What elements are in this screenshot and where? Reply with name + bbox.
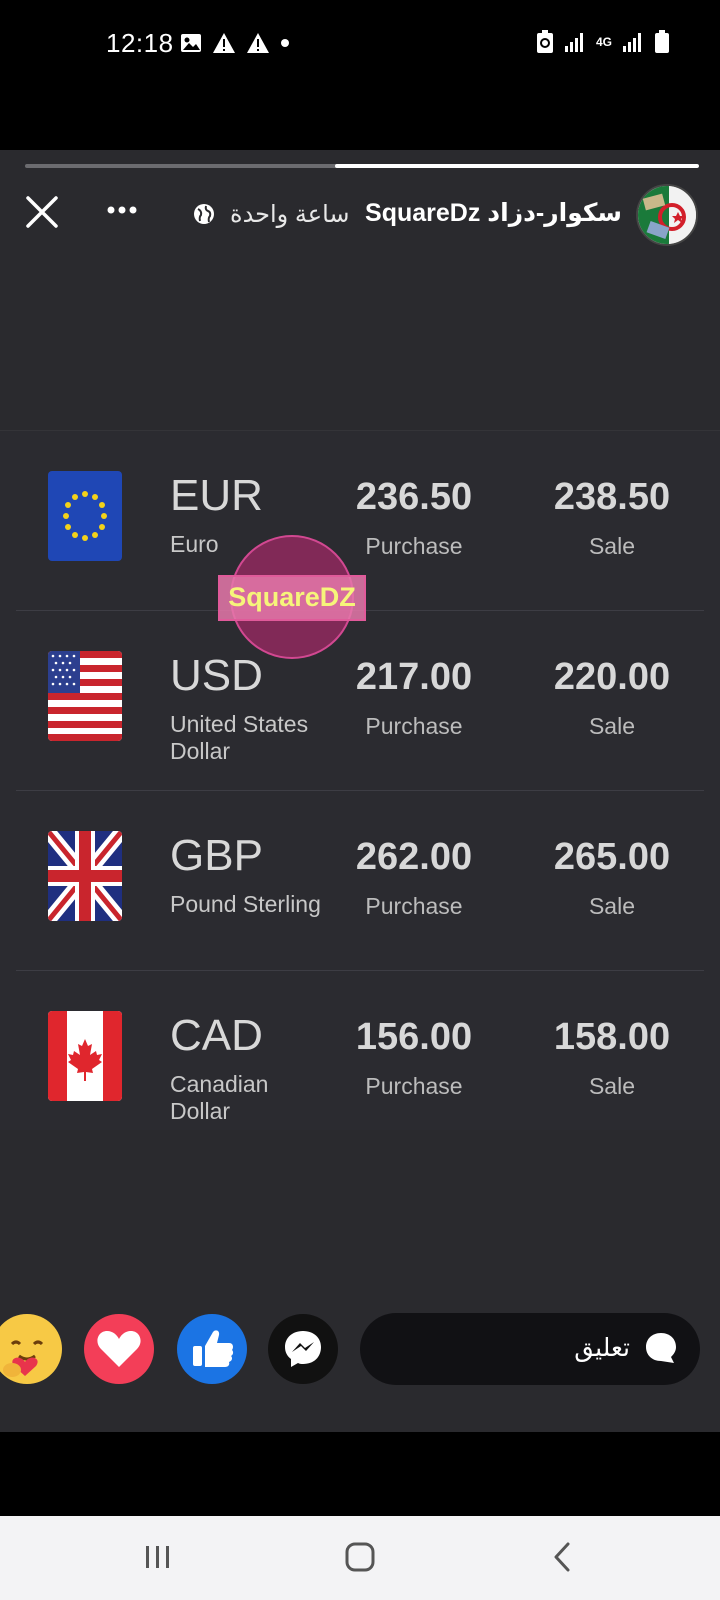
story-header: ساعة واحدة سكوار-دزاد SquareDz [0,180,720,250]
status-icons-left [180,32,290,54]
sale-value: 265.00 [553,836,671,878]
currency-code: CAD [170,1011,263,1060]
messenger-share-button[interactable] [268,1314,338,1384]
rate-row-gbp: GBP Pound Sterling 262.00 Purchase 265.0… [16,791,704,971]
close-button[interactable] [24,194,60,230]
sale-label: Sale [588,1073,636,1099]
love-reaction-button[interactable] [84,1314,154,1384]
sale-value: 220.00 [553,656,671,698]
currency-name: Pound Sterling [170,891,321,917]
status-bar: 12:18 4G [0,0,720,150]
sale-value: 238.50 [553,476,671,518]
story-viewer[interactable]: ساعة واحدة سكوار-دزاد SquareDz EUR Euro … [0,150,720,1432]
gallery-icon [181,34,201,52]
purchase-label: Purchase [365,1073,463,1099]
story-progress-bar [25,164,699,168]
uk-flag-icon [48,831,122,921]
purchase-value: 236.50 [355,476,473,518]
recent-apps-icon [146,1546,169,1568]
back-icon [554,1542,570,1572]
purchase-label: Purchase [365,713,463,739]
story-progress-fill [335,164,699,168]
avatar[interactable] [636,184,698,246]
eu-flag-icon [48,471,122,561]
care-emoji-icon [0,1316,60,1382]
comment-bubble-icon [646,1333,676,1363]
comment-input[interactable]: تعليق [360,1313,700,1385]
watermark-stamp: SquareDZ [218,535,368,665]
like-reaction-button[interactable] [177,1314,247,1384]
warning-icon [247,33,269,53]
signal-icon [564,33,583,52]
sale-label: Sale [588,713,636,739]
globe-icon [194,204,214,224]
currency-code: EUR [170,471,263,520]
purchase-value: 262.00 [355,836,473,878]
purchase-value: 156.00 [355,1016,473,1058]
signal-icon [623,33,641,52]
home-button[interactable] [330,1532,390,1582]
reply-bar: تعليق [0,1310,720,1400]
currency-code: GBP [170,831,263,880]
status-time: 12:18 [106,28,174,58]
currency-name: United States Dollar [170,711,309,764]
avatar-image [638,186,696,244]
home-icon [345,1542,375,1572]
author-name[interactable]: سكوار-دزاد SquareDz [365,198,622,228]
more-icon [107,206,137,214]
watermark-text: SquareDZ [228,582,356,612]
black-band [0,1432,720,1516]
more-options-button[interactable] [104,192,140,228]
purchase-label: Purchase [365,893,463,919]
sale-label: Sale [588,533,636,559]
close-icon [26,196,58,228]
heart-icon [97,1331,141,1367]
status-icons-right: 4G [536,30,670,54]
us-flag-icon [48,651,122,741]
back-button[interactable] [532,1532,592,1582]
post-time: ساعة واحدة [230,201,350,228]
rate-row-cad: CAD Canadian Dollar 156.00 Purchase 158.… [16,971,704,1151]
recent-apps-button[interactable] [128,1532,188,1582]
4g-icon: 4G [595,35,612,49]
comment-placeholder: تعليق [574,1334,630,1362]
currency-name: Canadian Dollar [170,1071,269,1124]
data-saver-icon [536,30,553,53]
messenger-icon [285,1331,321,1367]
thumbs-up-icon [193,1330,234,1367]
warning-icon [213,33,235,53]
care-reaction-button[interactable] [0,1314,62,1384]
ca-flag-icon [48,1011,122,1101]
dot-icon [281,39,289,47]
battery-icon [655,30,669,53]
sale-value: 158.00 [553,1016,671,1058]
system-nav-bar [0,1516,720,1600]
sale-label: Sale [588,893,636,919]
